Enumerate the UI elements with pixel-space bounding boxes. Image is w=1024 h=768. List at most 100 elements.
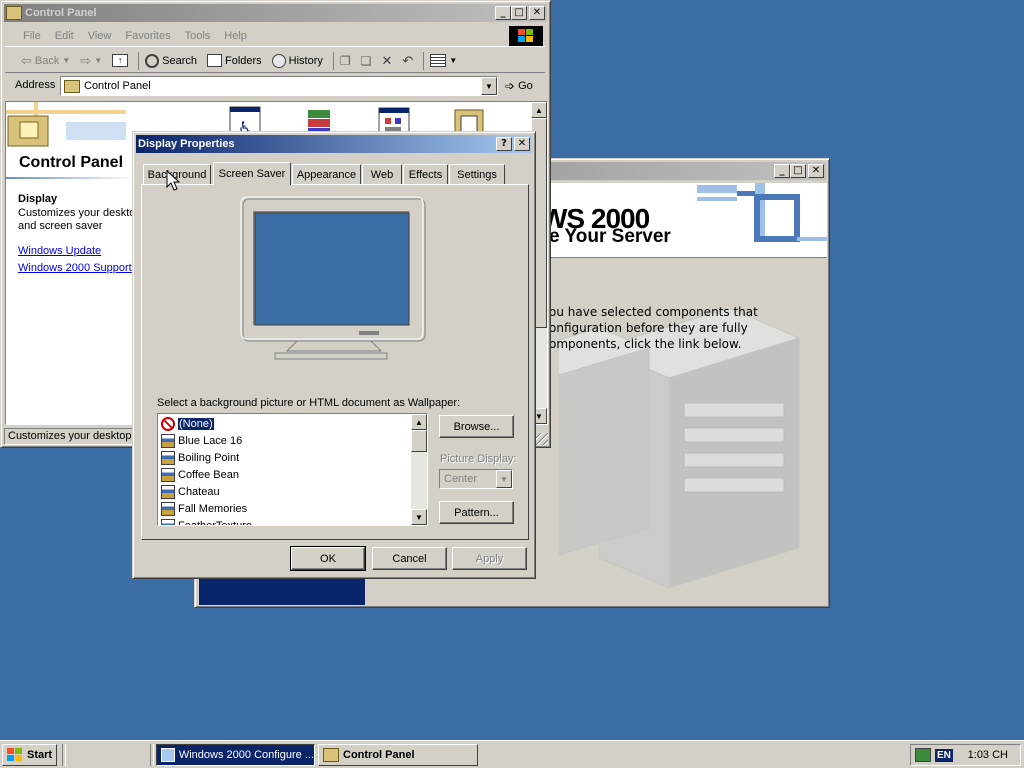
- chevron-down-icon: ▼: [62, 56, 71, 65]
- forward-button[interactable]: ⇨ ▼: [80, 53, 102, 69]
- up-folder-button[interactable]: ↑: [112, 54, 129, 67]
- wallpaper-items: (None) Blue Lace 16 Boiling Point Coffee Be…: [158, 415, 410, 526]
- help-icon[interactable]: ?: [496, 137, 512, 151]
- address-dropdown-icon[interactable]: ▼: [481, 77, 497, 95]
- folders-button[interactable]: Folders: [206, 54, 262, 67]
- tab-appearance[interactable]: Appearance: [292, 164, 361, 184]
- menu-edit[interactable]: Edit: [55, 30, 74, 42]
- windows-update-link[interactable]: Windows Update: [18, 245, 101, 257]
- browse-button[interactable]: Browse...: [439, 415, 514, 438]
- wallpaper-item-label: Blue Lace 16: [178, 434, 243, 447]
- resize-grip-icon[interactable]: [536, 433, 548, 445]
- configure-text-3: omponents, click the link below.: [549, 337, 742, 351]
- wallpaper-item[interactable]: FeatherTexture: [158, 517, 410, 526]
- undo-button[interactable]: ↶: [402, 53, 413, 69]
- history-button[interactable]: History: [271, 53, 323, 68]
- wallpaper-item[interactable]: Blue Lace 16: [158, 432, 410, 449]
- tab-effects[interactable]: Effects: [403, 164, 448, 184]
- control-panel-folder-icon: [64, 79, 80, 93]
- wallpaper-item-label: Boiling Point: [178, 451, 240, 464]
- go-button[interactable]: ➩ Go: [505, 77, 533, 95]
- chevron-down-icon: ▼: [449, 56, 458, 65]
- back-button[interactable]: ⇦ Back ▼: [21, 53, 70, 69]
- minimize-icon[interactable]: _: [774, 164, 790, 178]
- bitmap-image-icon: [161, 467, 175, 482]
- language-indicator[interactable]: EN: [935, 748, 953, 762]
- menu-view[interactable]: View: [88, 30, 112, 42]
- task-configure-server[interactable]: Windows 2000 Configure ...: [156, 744, 315, 766]
- maximize-icon[interactable]: □: [511, 6, 527, 20]
- close-icon[interactable]: ✕: [529, 6, 545, 20]
- history-icon: [271, 53, 286, 68]
- network-icon[interactable]: [915, 748, 931, 762]
- task-control-panel[interactable]: Control Panel: [318, 744, 478, 766]
- wallpaper-item-label: FeatherTexture: [178, 519, 252, 526]
- scroll-down-icon[interactable]: ▼: [411, 509, 427, 525]
- menu-help[interactable]: Help: [224, 30, 247, 42]
- wallpaper-item[interactable]: Chateau: [158, 483, 410, 500]
- windows-flag-icon: [7, 748, 22, 761]
- wallpaper-item[interactable]: Coffee Bean: [158, 466, 410, 483]
- close-icon[interactable]: ✕: [514, 137, 530, 151]
- taskbar-separator: [150, 744, 154, 766]
- no-symbol-icon: [161, 416, 175, 431]
- ok-button[interactable]: OK: [290, 546, 366, 571]
- wallpaper-label: Select a background picture or HTML docu…: [157, 397, 461, 409]
- display-properties-titlebar[interactable]: Display Properties ? ✕: [136, 135, 532, 153]
- windows-support-link[interactable]: Windows 2000 Support: [18, 262, 132, 274]
- back-arrow-icon: ⇦: [21, 52, 32, 68]
- wallpaper-item-label: Coffee Bean: [178, 468, 239, 481]
- menu-tools[interactable]: Tools: [185, 30, 211, 42]
- monitor-preview: [240, 196, 426, 360]
- pattern-button[interactable]: Pattern...: [439, 501, 514, 524]
- mouse-cursor-icon: [166, 170, 180, 191]
- chevron-down-icon[interactable]: ▼: [496, 470, 512, 488]
- wallpaper-item[interactable]: Boiling Point: [158, 449, 410, 466]
- picture-display-select[interactable]: Center ▼: [439, 469, 513, 489]
- address-field[interactable]: Control Panel ▼: [60, 76, 498, 96]
- move-to-button[interactable]: ❐: [340, 54, 351, 68]
- apply-button[interactable]: Apply: [452, 547, 527, 570]
- copy-to-button[interactable]: ❏: [361, 54, 372, 68]
- configure-text-1: ou have selected components that: [549, 305, 758, 319]
- maximize-icon[interactable]: □: [790, 164, 806, 178]
- menu-favorites[interactable]: Favorites: [125, 30, 170, 42]
- scroll-up-icon[interactable]: ▲: [531, 102, 547, 118]
- search-icon: [145, 53, 160, 68]
- close-icon[interactable]: ✕: [808, 164, 824, 178]
- toolbar-separator: [423, 51, 425, 70]
- scroll-thumb[interactable]: [411, 430, 427, 452]
- minimize-icon[interactable]: _: [495, 6, 511, 20]
- toolbar-separator: [138, 51, 140, 70]
- banner-graphic: [697, 183, 827, 242]
- wallpaper-item-label: Fall Memories: [178, 502, 248, 515]
- scroll-up-icon[interactable]: ▲: [411, 414, 427, 430]
- wallpaper-item[interactable]: (None): [158, 415, 410, 432]
- move-to-icon: ❐: [339, 53, 351, 68]
- clock[interactable]: 1:03 CH: [968, 749, 1008, 761]
- undo-icon: ↶: [402, 52, 414, 68]
- tab-web[interactable]: Web: [362, 164, 402, 184]
- views-button[interactable]: ▼: [430, 54, 457, 67]
- cancel-button[interactable]: Cancel: [372, 547, 447, 570]
- control-panel-titlebar[interactable]: Control Panel _ □ ✕: [4, 4, 547, 22]
- tab-screen-saver[interactable]: Screen Saver: [213, 162, 291, 185]
- tab-panel: Select a background picture or HTML docu…: [141, 184, 529, 540]
- wallpaper-item[interactable]: Fall Memories: [158, 500, 410, 517]
- taskbar: Start Windows 2000 Configure ... Control…: [0, 740, 1024, 768]
- wallpaper-list[interactable]: (None) Blue Lace 16 Boiling Point Coffee Be…: [157, 413, 428, 526]
- menu-bar: File Edit View Favorites Tools Help: [5, 25, 545, 47]
- delete-button[interactable]: ✕: [381, 53, 392, 69]
- forward-arrow-icon: ⇨: [80, 52, 92, 68]
- tab-strip: Background Screen Saver Appearance Web E…: [141, 162, 529, 185]
- banner-subtitle: e Your Server: [549, 226, 671, 247]
- delete-icon: ✕: [381, 52, 393, 68]
- control-panel-banner-graphic: [6, 102, 126, 147]
- menu-file[interactable]: File: [23, 30, 41, 42]
- wallpaper-scrollbar[interactable]: ▲ ▼: [411, 414, 427, 525]
- bitmap-image-icon: [161, 433, 175, 448]
- start-button[interactable]: Start: [2, 744, 57, 766]
- up-folder-icon: ↑: [112, 54, 129, 67]
- search-button[interactable]: Search: [145, 53, 197, 68]
- tab-settings[interactable]: Settings: [449, 164, 505, 184]
